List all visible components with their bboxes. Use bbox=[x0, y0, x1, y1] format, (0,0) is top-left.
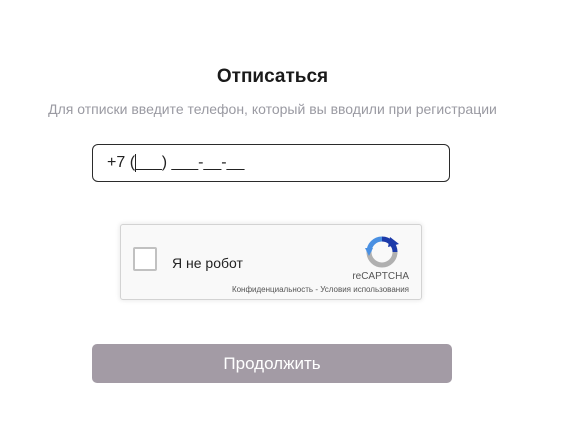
continue-button[interactable]: Продолжить bbox=[92, 344, 452, 383]
recaptcha-brand: reCAPTCHA bbox=[352, 271, 409, 282]
recaptcha-terms-link[interactable]: Условия использования bbox=[320, 285, 409, 294]
recaptcha-checkbox[interactable] bbox=[133, 247, 157, 271]
recaptcha-logo-icon bbox=[365, 236, 399, 268]
recaptcha-widget: Я не робот reCAPTCHA Конфиденциальность … bbox=[120, 224, 422, 300]
recaptcha-links: Конфиденциальность - Условия использован… bbox=[232, 285, 409, 294]
recaptcha-privacy-link[interactable]: Конфиденциальность bbox=[232, 285, 313, 294]
phone-input[interactable] bbox=[92, 144, 450, 182]
recaptcha-label: Я не робот bbox=[172, 255, 243, 271]
page-title: Отписаться bbox=[216, 66, 329, 87]
page-subtitle: Для отписки введите телефон, который вы … bbox=[48, 101, 497, 117]
text-caret bbox=[135, 154, 136, 172]
